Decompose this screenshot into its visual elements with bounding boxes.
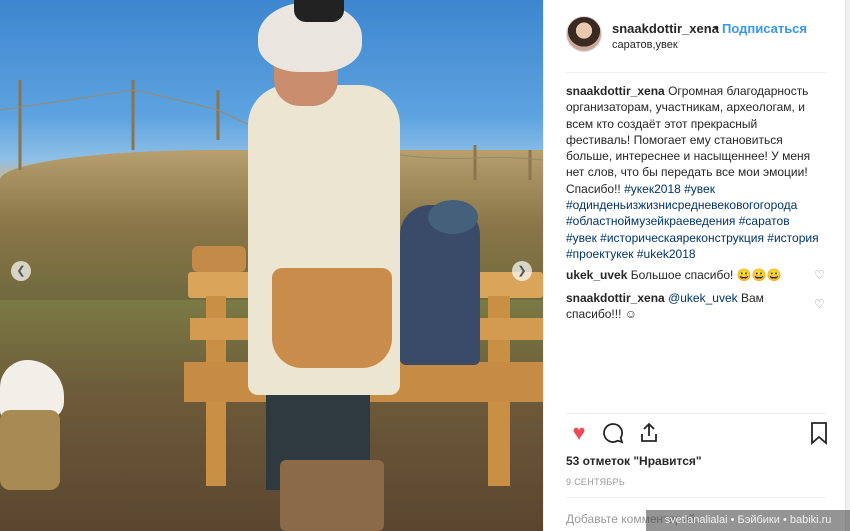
birch-bark-bag xyxy=(272,268,392,368)
follow-button[interactable]: Подписаться xyxy=(722,21,807,36)
post-location[interactable]: саратов,увек xyxy=(612,39,678,51)
comment-text: Огромная благодарность организаторам, уч… xyxy=(566,84,811,196)
comment-username[interactable]: ukek_uvek xyxy=(566,268,627,282)
comment-username[interactable]: snaakdottir_xena xyxy=(566,291,665,305)
post-date: 9 СЕНТЯБРЬ xyxy=(566,477,626,487)
hay-bundle xyxy=(0,410,60,490)
comment: snaakdottir_xena @ukek_uvek Вам спасибо!… xyxy=(566,290,806,323)
basket xyxy=(192,246,246,272)
action-bar: ♥ xyxy=(566,420,828,448)
man-boots xyxy=(280,460,384,531)
avatar[interactable] xyxy=(566,16,602,52)
scrollbar[interactable] xyxy=(846,0,850,531)
likes-count[interactable]: 53 отметок "Нравится" xyxy=(566,454,702,468)
comment: ukek_uvek Большое спасибо! 😀😀😀 xyxy=(566,267,806,283)
watermark-text: svetlanalialai • Бэйбики • babiki.ru xyxy=(646,510,850,531)
post-side-panel: snaakdottir_xena • Подписаться саратов,у… xyxy=(543,0,846,531)
post-photo[interactable]: ❮ ❯ xyxy=(0,0,543,531)
heart-icon[interactable]: ♥ xyxy=(566,420,592,446)
divider xyxy=(566,497,826,498)
comment-icon[interactable] xyxy=(600,420,626,446)
comment-mention[interactable]: @ukek_uvek xyxy=(668,291,738,305)
share-icon[interactable] xyxy=(636,420,662,446)
comment-text: Большое спасибо! 😀😀😀 xyxy=(630,268,782,282)
comment-like-heart-icon[interactable]: ♡ xyxy=(814,267,825,283)
post-header: snaakdottir_xena • Подписаться саратов,у… xyxy=(544,0,847,72)
divider xyxy=(566,413,826,414)
comment-like-heart-icon[interactable]: ♡ xyxy=(814,296,825,312)
bookmark-icon[interactable] xyxy=(806,420,832,446)
next-photo-icon[interactable]: ❯ xyxy=(512,261,532,281)
post-username[interactable]: snaakdottir_xena xyxy=(612,21,719,36)
hat-top xyxy=(294,0,344,22)
comment-username[interactable]: snaakdottir_xena xyxy=(566,84,665,98)
separator-dot: • xyxy=(714,19,719,35)
caption-comment: snaakdottir_xena Огромная благодарность … xyxy=(566,83,821,262)
woman-hat xyxy=(428,200,478,234)
previous-photo-icon[interactable]: ❮ xyxy=(11,261,31,281)
divider xyxy=(566,72,826,73)
